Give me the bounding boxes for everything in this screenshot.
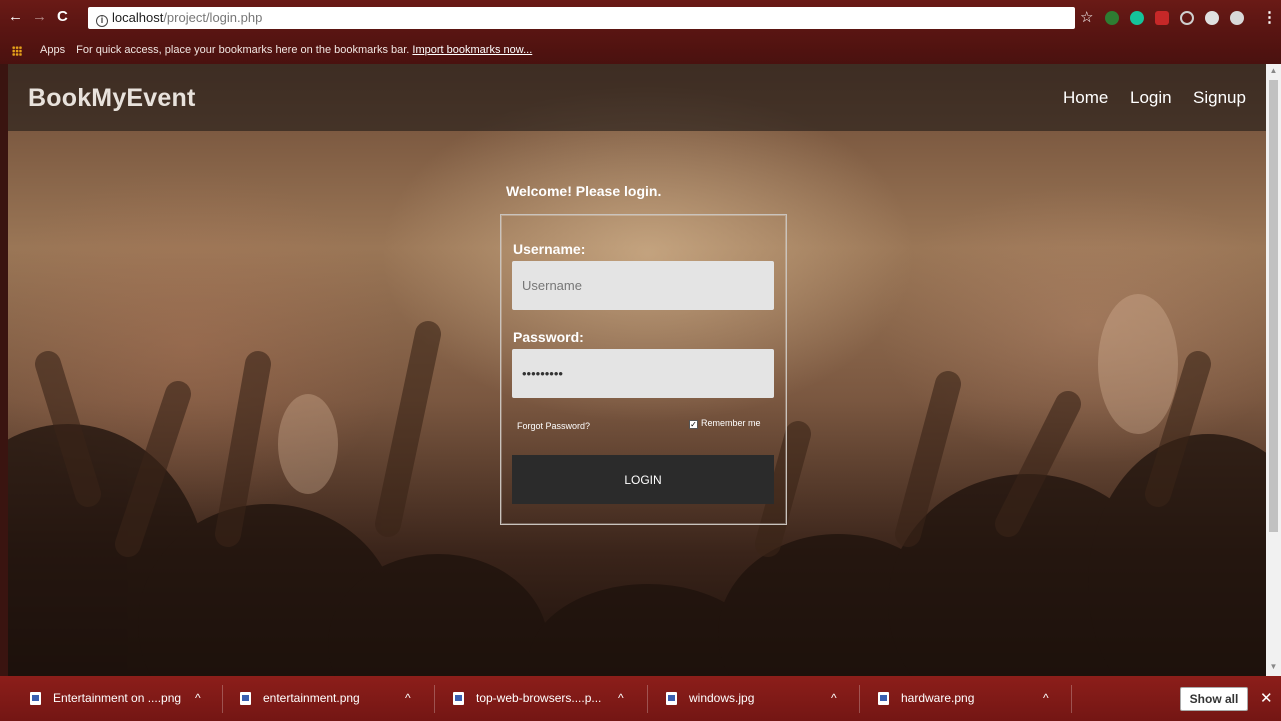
nav-home[interactable]: Home [1063, 88, 1108, 108]
show-all-button[interactable]: Show all [1180, 687, 1248, 711]
abp-icon[interactable] [1155, 11, 1169, 25]
forgot-password-link[interactable]: Forgot Password? [517, 421, 590, 431]
login-form: Username: Password: Forgot Password? ✓Re… [500, 214, 787, 525]
download-item[interactable]: top-web-browsers....p... ^ [453, 676, 638, 721]
back-icon[interactable]: ← [8, 9, 23, 25]
remember-me[interactable]: ✓ Remember me [689, 418, 761, 429]
file-icon [453, 692, 464, 705]
username-input[interactable] [512, 261, 774, 310]
chevron-up-icon[interactable]: ^ [618, 676, 624, 721]
nav-signup[interactable]: Signup [1193, 88, 1246, 108]
password-label: Password: [513, 329, 584, 345]
download-item[interactable]: entertainment.png ^ [240, 676, 425, 721]
file-icon [666, 692, 677, 705]
star-icon[interactable]: ☆ [1080, 10, 1093, 26]
blob-extension-icon[interactable] [1230, 11, 1244, 25]
download-filename: Entertainment on ....png [53, 691, 182, 705]
download-item[interactable]: windows.jpg ^ [666, 676, 851, 721]
remember-label: Remember me [701, 418, 761, 428]
apps-grid-icon[interactable] [12, 46, 22, 56]
info-icon[interactable]: i [96, 15, 108, 27]
download-item[interactable]: hardware.png ^ [878, 676, 1063, 721]
circle-extension-icon[interactable] [1205, 11, 1219, 25]
download-filename: hardware.png [901, 691, 975, 705]
file-icon [30, 692, 41, 705]
browser-toolbar: ← → C i localhost/project/login.php ☆ ⋮ A… [0, 0, 1281, 64]
username-label: Username: [513, 241, 586, 257]
file-icon [240, 692, 251, 705]
c-extension-icon[interactable] [1180, 11, 1194, 25]
url-path: /project/login.php [163, 10, 263, 25]
scroll-down-icon[interactable]: ▼ [1266, 662, 1281, 674]
menu-dots-icon[interactable]: ⋮ [1262, 10, 1277, 26]
site-header: BookMyEvent Home Login Signup [8, 64, 1266, 131]
password-input[interactable] [512, 349, 774, 398]
welcome-heading: Welcome! Please login. [506, 183, 662, 199]
login-button[interactable]: LOGIN [512, 455, 774, 504]
chevron-up-icon[interactable]: ^ [831, 676, 837, 721]
chevron-up-icon[interactable]: ^ [1043, 676, 1049, 721]
reload-icon[interactable]: C [57, 9, 68, 25]
file-icon [878, 692, 889, 705]
download-filename: top-web-browsers....p... [476, 691, 602, 705]
downloads-shelf: Entertainment on ....png ^ entertainment… [0, 676, 1281, 721]
nav-login[interactable]: Login [1130, 88, 1172, 108]
address-bar[interactable]: i localhost/project/login.php [88, 7, 1075, 29]
grammarly-icon[interactable] [1130, 11, 1144, 25]
download-filename: entertainment.png [263, 691, 360, 705]
divider [1071, 685, 1072, 713]
bookmarks-bar: Apps For quick access, place your bookma… [40, 40, 532, 60]
bookmarks-hint: For quick access, place your bookmarks h… [76, 44, 410, 56]
import-bookmarks-link[interactable]: Import bookmarks now... [412, 44, 532, 56]
remember-checkbox[interactable]: ✓ [689, 420, 698, 429]
scroll-up-icon[interactable]: ▲ [1266, 66, 1281, 78]
divider [647, 685, 648, 713]
s-extension-icon[interactable] [1105, 11, 1119, 25]
download-filename: windows.jpg [689, 691, 755, 705]
divider [434, 685, 435, 713]
apps-shortcut[interactable]: Apps [40, 44, 65, 56]
chevron-up-icon[interactable]: ^ [195, 676, 201, 721]
forward-icon[interactable]: → [32, 9, 47, 25]
site-brand[interactable]: BookMyEvent [28, 84, 196, 113]
url-host: localhost [112, 10, 164, 25]
page-viewport: BookMyEvent Home Login Signup Welcome! P… [8, 64, 1266, 676]
divider [222, 685, 223, 713]
close-icon[interactable]: ✕ [1260, 689, 1273, 707]
chevron-up-icon[interactable]: ^ [405, 676, 411, 721]
page-scrollbar[interactable]: ▲ ▼ [1266, 64, 1281, 676]
scroll-thumb[interactable] [1269, 80, 1278, 532]
divider [859, 685, 860, 713]
download-item[interactable]: Entertainment on ....png ^ [30, 676, 215, 721]
